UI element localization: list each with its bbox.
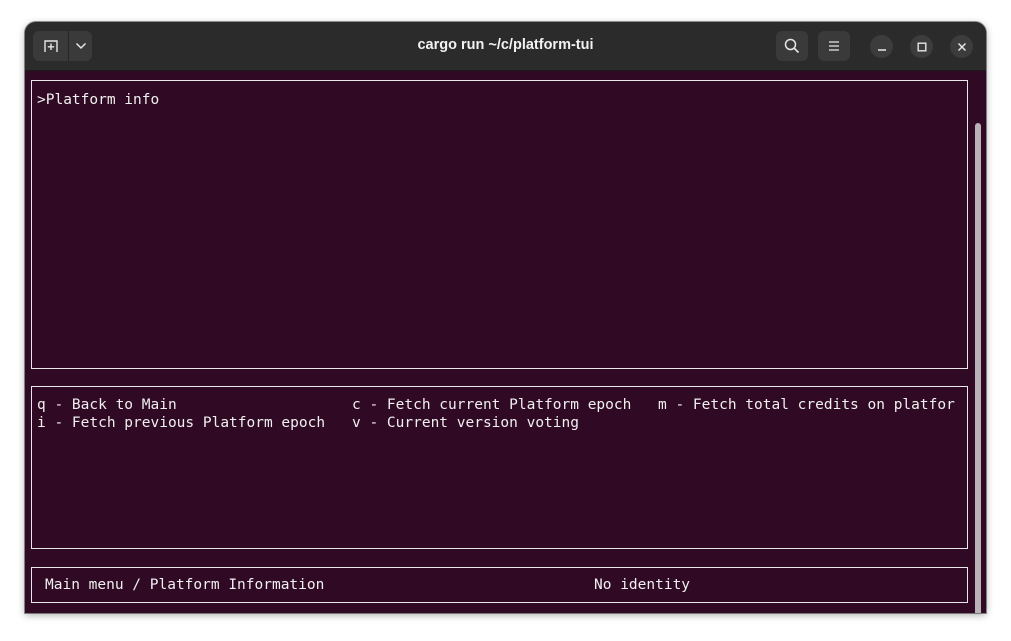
terminal-window: cargo run ~/c/platform-tui >Platform inf… <box>25 22 986 613</box>
search-button[interactable] <box>776 31 808 61</box>
maximize-icon <box>917 42 926 51</box>
scrollbar[interactable] <box>975 123 981 613</box>
identity-status: No identity <box>594 577 691 593</box>
maximize-button[interactable] <box>910 35 933 58</box>
command-version-voting: v - Current version voting <box>352 415 579 431</box>
hamburger-menu-icon <box>829 41 839 51</box>
keys-panel: q - Back to Main c - Fetch current Platf… <box>31 386 968 549</box>
titlebar: cargo run ~/c/platform-tui <box>25 22 986 71</box>
minimize-icon <box>877 48 886 51</box>
close-button[interactable] <box>950 35 973 58</box>
output-prompt: >Platform info <box>37 92 160 108</box>
minimize-button[interactable] <box>870 35 893 58</box>
menu-button[interactable] <box>818 31 850 61</box>
command-fetch-current-epoch: c - Fetch current Platform epoch <box>352 397 632 413</box>
command-fetch-total-credits: m - Fetch total credits on platfor <box>658 397 955 413</box>
search-icon <box>784 38 800 54</box>
close-icon <box>957 42 966 51</box>
command-fetch-previous-epoch: i - Fetch previous Platform epoch <box>37 415 326 431</box>
terminal-content[interactable]: >Platform info q - Back to Main c - Fetc… <box>25 71 986 613</box>
status-bar: Main menu / Platform Information No iden… <box>31 567 968 603</box>
breadcrumb: Main menu / Platform Information <box>45 577 325 593</box>
command-back-to-main: q - Back to Main <box>37 397 177 413</box>
output-panel: >Platform info <box>31 80 968 369</box>
